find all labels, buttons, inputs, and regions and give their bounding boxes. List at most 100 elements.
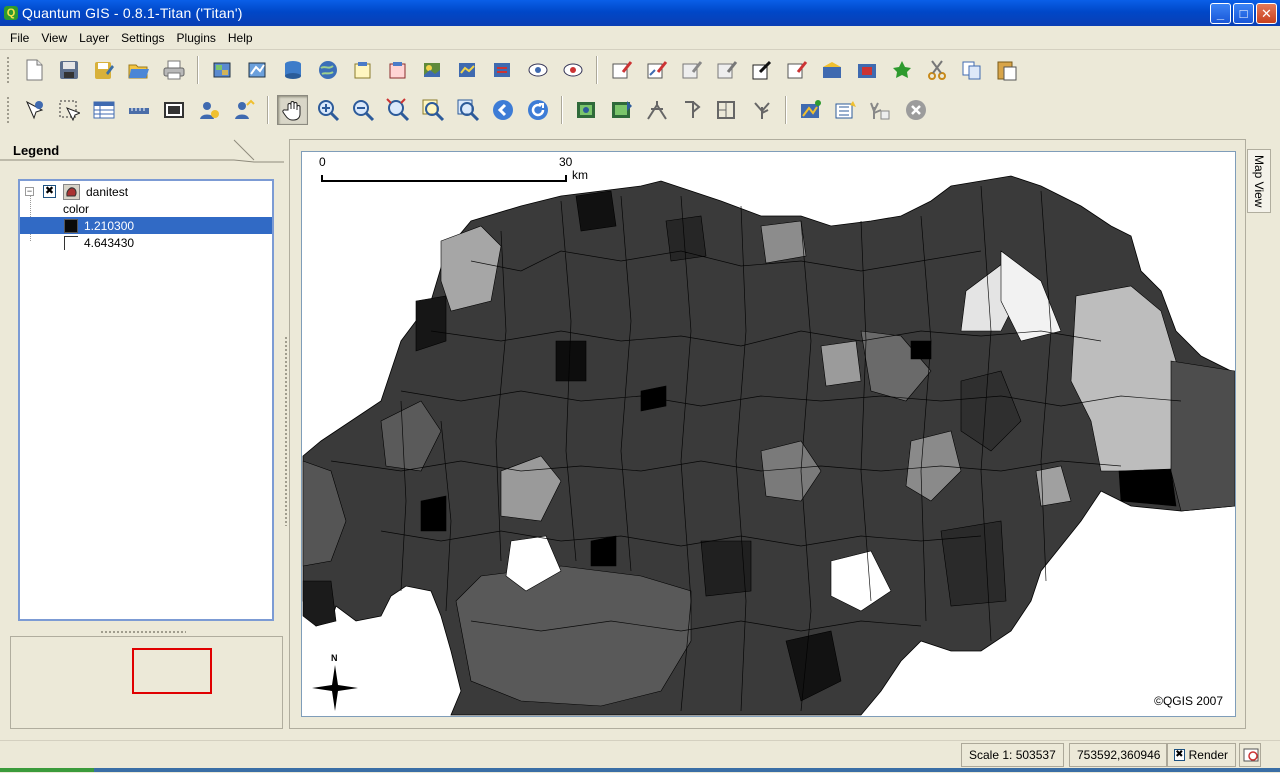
toolbar-grip[interactable] [6, 56, 10, 84]
print-button[interactable] [158, 55, 189, 85]
identify-button[interactable] [18, 95, 49, 125]
add-island-button[interactable] [816, 55, 847, 85]
grid-maker-button[interactable] [606, 95, 637, 125]
capture-polygon-button[interactable] [676, 55, 707, 85]
move-feature-button[interactable] [746, 55, 777, 85]
add-island-icon [822, 62, 841, 78]
legend-class-row[interactable]: 4.643430 [20, 234, 272, 251]
qgis-app-icon: Q [4, 6, 18, 20]
capture-polygon-icon [682, 61, 702, 79]
select-button[interactable] [53, 95, 84, 125]
choropleth-map [302, 175, 1235, 716]
show-all-button[interactable] [417, 55, 448, 85]
map-view-tab[interactable]: Map View [1247, 149, 1271, 213]
overview-remove-icon [528, 63, 547, 77]
georeferencer-button[interactable] [571, 95, 602, 125]
collapse-toggle-icon[interactable]: − [25, 187, 34, 196]
render-toggle[interactable]: ✖ Render [1166, 743, 1236, 767]
legend-field-row[interactable]: color [20, 200, 272, 217]
select-icon [59, 100, 80, 121]
scale-bar-icon [684, 101, 701, 118]
north-arrow-button[interactable] [641, 95, 672, 125]
measure-line-button[interactable] [123, 95, 154, 125]
capture-point-button[interactable] [606, 55, 637, 85]
zoom-in-button[interactable] [312, 95, 343, 125]
add-delimited-text-button[interactable] [830, 95, 861, 125]
attribute-table-button[interactable] [88, 95, 119, 125]
save-project-button[interactable] [53, 55, 84, 85]
gps-button[interactable] [746, 95, 777, 125]
zoom-out-button[interactable] [347, 95, 378, 125]
zoom-last-button[interactable] [487, 95, 518, 125]
menu-view[interactable]: View [35, 31, 73, 45]
measure-area-icon [163, 102, 184, 118]
save-project-as-button[interactable] [88, 55, 119, 85]
overview-extent-rectangle[interactable] [132, 648, 212, 694]
paste-features-button[interactable] [991, 55, 1022, 85]
add-vector-button[interactable] [242, 55, 273, 85]
add-postgis-button[interactable] [277, 55, 308, 85]
zoom-layer-button[interactable] [452, 95, 483, 125]
menu-help[interactable]: Help [222, 31, 259, 45]
minimize-button[interactable]: _ [1210, 3, 1231, 24]
refresh-button[interactable] [522, 95, 553, 125]
show-layers-icon [563, 63, 582, 77]
legend-tree[interactable]: − ✖ danitest color 1.210300 4.643430 [18, 179, 274, 621]
toolbar-grip[interactable] [6, 96, 10, 124]
quick-print-button[interactable] [865, 95, 896, 125]
render-checkbox[interactable]: ✖ [1174, 749, 1185, 761]
remove-layer-button[interactable] [382, 55, 413, 85]
new-project-button[interactable] [18, 55, 49, 85]
split-feature-button[interactable] [851, 55, 882, 85]
show-layers-button[interactable] [557, 55, 588, 85]
menu-layer[interactable]: Layer [73, 31, 115, 45]
legend-layer-row[interactable]: − ✖ danitest [20, 183, 272, 200]
legend-overview-splitter[interactable] [100, 630, 186, 634]
copy-features-button[interactable] [956, 55, 987, 85]
map-tips-button[interactable] [193, 95, 224, 125]
copyright-label-button[interactable] [711, 95, 742, 125]
plugin-manager-button[interactable] [795, 95, 826, 125]
toolbar-separator [596, 56, 598, 84]
cut-features-button[interactable] [921, 55, 952, 85]
stop-render-button[interactable] [900, 95, 931, 125]
overview-panel[interactable] [10, 636, 283, 729]
hide-all-button[interactable] [452, 55, 483, 85]
zoom-out-icon [352, 100, 374, 122]
map-toolbar [0, 90, 1280, 130]
projection-button[interactable] [1239, 743, 1261, 767]
add-vertex-button[interactable] [886, 55, 917, 85]
menu-bar: File View Layer Settings Plugins Help [0, 26, 1280, 50]
zoom-selection-button[interactable] [417, 95, 448, 125]
legend-dock-header: Legend [0, 139, 284, 163]
show-all-icon [423, 63, 440, 77]
map-canvas[interactable]: 0 30 km N ©QGIS 2007 [301, 151, 1236, 717]
hide-all-icon [458, 63, 475, 77]
pan-icon [281, 101, 300, 121]
layer-visibility-checkbox[interactable]: ✖ [43, 185, 56, 198]
menu-plugins[interactable]: Plugins [171, 31, 222, 45]
menu-settings[interactable]: Settings [115, 31, 170, 45]
north-arrow-icon [312, 665, 358, 711]
menu-file[interactable]: File [4, 31, 35, 45]
spatial-bookmark-button[interactable] [228, 95, 259, 125]
overview-remove-button[interactable] [522, 55, 553, 85]
close-button[interactable]: ✕ [1256, 3, 1277, 24]
open-project-button[interactable] [123, 55, 154, 85]
measure-area-button[interactable] [158, 95, 189, 125]
capture-line-button[interactable] [641, 55, 672, 85]
add-ring-button[interactable] [781, 55, 812, 85]
add-raster-button[interactable] [207, 55, 238, 85]
pan-button[interactable] [277, 95, 308, 125]
overview-add-button[interactable] [487, 55, 518, 85]
legend-map-splitter[interactable] [284, 336, 288, 526]
legend-class-row[interactable]: 1.210300 [20, 217, 272, 234]
delete-selected-button[interactable] [711, 55, 742, 85]
maximize-button[interactable]: □ [1233, 3, 1254, 24]
render-label: Render [1188, 748, 1228, 762]
add-wms-button[interactable] [312, 55, 343, 85]
zoom-full-button[interactable] [382, 95, 413, 125]
status-bar: Scale 1: 503537 753592,360946 ✖ Render [0, 740, 1280, 768]
new-layer-button[interactable] [347, 55, 378, 85]
scale-bar-button[interactable] [676, 95, 707, 125]
